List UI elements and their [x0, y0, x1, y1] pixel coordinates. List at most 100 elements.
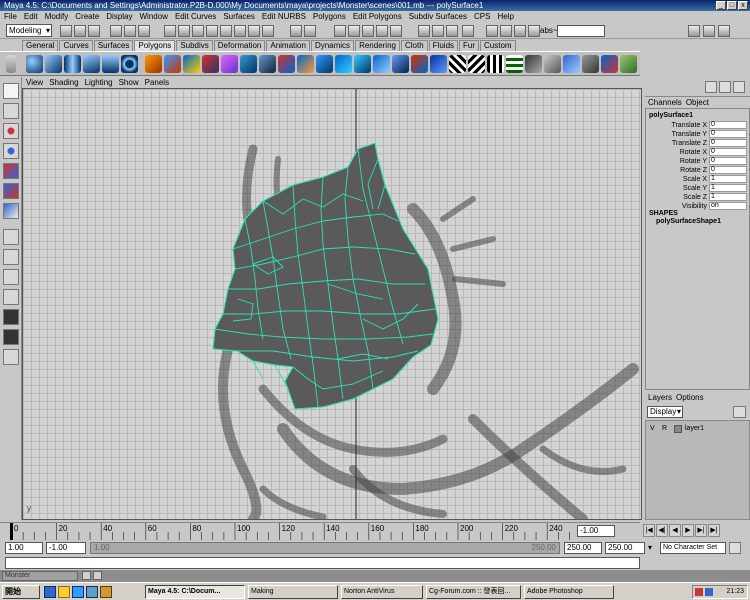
attr-value-field[interactable]: 0: [709, 157, 747, 165]
poly-torus-icon[interactable]: [121, 55, 138, 73]
playback-end-field[interactable]: 250.00: [564, 542, 602, 554]
layer-row[interactable]: V R layer1: [648, 424, 748, 434]
maximize-window-icon[interactable]: [93, 571, 102, 580]
end-time-field[interactable]: 250.00: [605, 542, 645, 554]
shelf-tab-dynamics[interactable]: Dynamics: [310, 40, 355, 51]
select-tool-icon[interactable]: [3, 83, 19, 99]
uv-texture-editor-icon[interactable]: [525, 55, 542, 73]
single-view-layout-icon[interactable]: [3, 229, 19, 245]
merge-vertices-icon[interactable]: [411, 55, 428, 73]
menu-help[interactable]: Help: [497, 11, 513, 23]
step-back-key-button[interactable]: ◀|: [656, 524, 668, 537]
tray-network-icon[interactable]: [695, 588, 703, 596]
attr-scale-z[interactable]: Scale Z1: [646, 193, 749, 202]
character-set-field[interactable]: No Character Set: [660, 542, 726, 554]
taskbar-item-maya[interactable]: Maya 4.5: C:\Docum...: [145, 585, 245, 599]
spherical-mapping-icon[interactable]: [487, 55, 504, 73]
quick-launch-ie-icon[interactable]: [72, 586, 84, 598]
attr-translate-y[interactable]: Translate Y0: [646, 130, 749, 139]
boolean-difference-icon[interactable]: [240, 55, 257, 73]
both-panels-tab-icon[interactable]: [733, 81, 745, 93]
taskbar-item-photoshop[interactable]: Adobe Photoshop: [524, 585, 614, 599]
attr-rotate-y[interactable]: Rotate Y0: [646, 157, 749, 166]
extrude-edge-icon[interactable]: [316, 55, 333, 73]
maximize-button[interactable]: □: [727, 1, 737, 10]
current-time-marker[interactable]: [10, 523, 13, 541]
menu-set-dropdown[interactable]: Modeling: [6, 24, 52, 37]
render-frame-icon[interactable]: [500, 25, 512, 37]
layer-color-swatch[interactable]: [674, 425, 682, 433]
select-hierarchy-icon[interactable]: [110, 25, 122, 37]
lasso-select-icon[interactable]: [3, 103, 19, 119]
extract-icon[interactable]: [183, 55, 200, 73]
attr-value-field[interactable]: 0: [709, 139, 747, 147]
shelf-tab-fur[interactable]: Fur: [459, 40, 480, 51]
menu-create[interactable]: Create: [75, 11, 99, 23]
create-layer-icon[interactable]: [733, 406, 746, 418]
highlight-selection-icon[interactable]: [304, 25, 316, 37]
lock-selection-icon[interactable]: [290, 25, 302, 37]
persp-graph-layout-icon[interactable]: [3, 329, 19, 345]
numeric-input-field[interactable]: [557, 25, 605, 37]
rotate-tool-icon[interactable]: [3, 143, 19, 159]
perspective-viewport[interactable]: y: [22, 88, 642, 520]
boolean-union-icon[interactable]: [221, 55, 238, 73]
snap-grid-icon[interactable]: [334, 25, 346, 37]
play-forwards-button[interactable]: ▶: [682, 524, 694, 537]
select-component-icon[interactable]: [138, 25, 150, 37]
taskbar-item-cg-forum[interactable]: Cg-Forum.com :: 發表回...: [426, 585, 521, 599]
quick-launch-explorer-icon[interactable]: [58, 586, 70, 598]
selected-object-name[interactable]: polySurface1: [649, 112, 693, 119]
tool-settings-icon[interactable]: [703, 25, 715, 37]
menu-edit-curves[interactable]: Edit Curves: [175, 11, 216, 23]
select-deformations-icon[interactable]: [220, 25, 232, 37]
layer-type-dropdown[interactable]: Display: [647, 406, 683, 418]
playback-start-field[interactable]: -1.00: [46, 542, 86, 554]
attr-value-field[interactable]: 1: [709, 193, 747, 201]
go-to-start-button[interactable]: |◀: [643, 524, 655, 537]
step-forward-key-button[interactable]: ▶|: [695, 524, 707, 537]
ipr-render-icon[interactable]: [514, 25, 526, 37]
shelf-tab-custom[interactable]: Custom: [480, 40, 516, 51]
quick-launch-media-icon[interactable]: [86, 586, 98, 598]
split-polygon-icon[interactable]: [373, 55, 390, 73]
tray-antivirus-icon[interactable]: [705, 588, 713, 596]
menu-polygons[interactable]: Polygons: [313, 11, 346, 23]
viewport-menu-panels[interactable]: Panels: [145, 77, 169, 88]
range-slider-bar[interactable]: 1.00 250.00: [90, 542, 560, 554]
attr-value-field[interactable]: 1: [709, 184, 747, 192]
shelf-menu-icon[interactable]: [6, 55, 16, 73]
menu-surfaces[interactable]: Surfaces: [223, 11, 255, 23]
channel-box-toggle-icon[interactable]: [718, 25, 730, 37]
make-live-icon[interactable]: [390, 25, 402, 37]
cylindrical-mapping-icon[interactable]: [468, 55, 485, 73]
viewport-menu-lighting[interactable]: Lighting: [85, 77, 113, 88]
lasso-tool-icon[interactable]: [582, 55, 599, 73]
select-joints-icon[interactable]: [178, 25, 190, 37]
poly-cone-icon[interactable]: [83, 55, 100, 73]
layer-visibility-toggle[interactable]: V: [650, 424, 655, 434]
shelf-tab-subdivs[interactable]: Subdivs: [176, 40, 213, 51]
shape-node-name[interactable]: polySurfaceShape1: [656, 218, 721, 225]
attr-rotate-x[interactable]: Rotate X0: [646, 148, 749, 157]
menu-file[interactable]: File: [4, 11, 17, 23]
manipulator-tool-icon[interactable]: [3, 183, 19, 199]
snap-view-plane-icon[interactable]: [376, 25, 388, 37]
separate-icon[interactable]: [164, 55, 181, 73]
shelf-tab-curves[interactable]: Curves: [59, 40, 93, 51]
character-set-arrow-icon[interactable]: ▾: [648, 543, 658, 553]
attr-value-field[interactable]: 1: [709, 175, 747, 183]
menu-modify[interactable]: Modify: [45, 11, 69, 23]
shelf-tab-deformation[interactable]: Deformation: [213, 40, 266, 51]
combine-icon[interactable]: [145, 55, 162, 73]
open-scene-icon[interactable]: [74, 25, 86, 37]
select-surfaces-icon[interactable]: [206, 25, 218, 37]
poly-cylinder-icon[interactable]: [64, 55, 81, 73]
menu-edit[interactable]: Edit: [24, 11, 38, 23]
input-output-icon[interactable]: [432, 25, 444, 37]
channel-box-menu-channels[interactable]: Channels: [648, 97, 682, 108]
layer-name[interactable]: layer1: [685, 424, 704, 434]
current-time-field[interactable]: -1.00: [577, 525, 615, 537]
menu-edit-nurbs[interactable]: Edit NURBS: [262, 11, 306, 23]
output-connections-icon[interactable]: [446, 25, 458, 37]
